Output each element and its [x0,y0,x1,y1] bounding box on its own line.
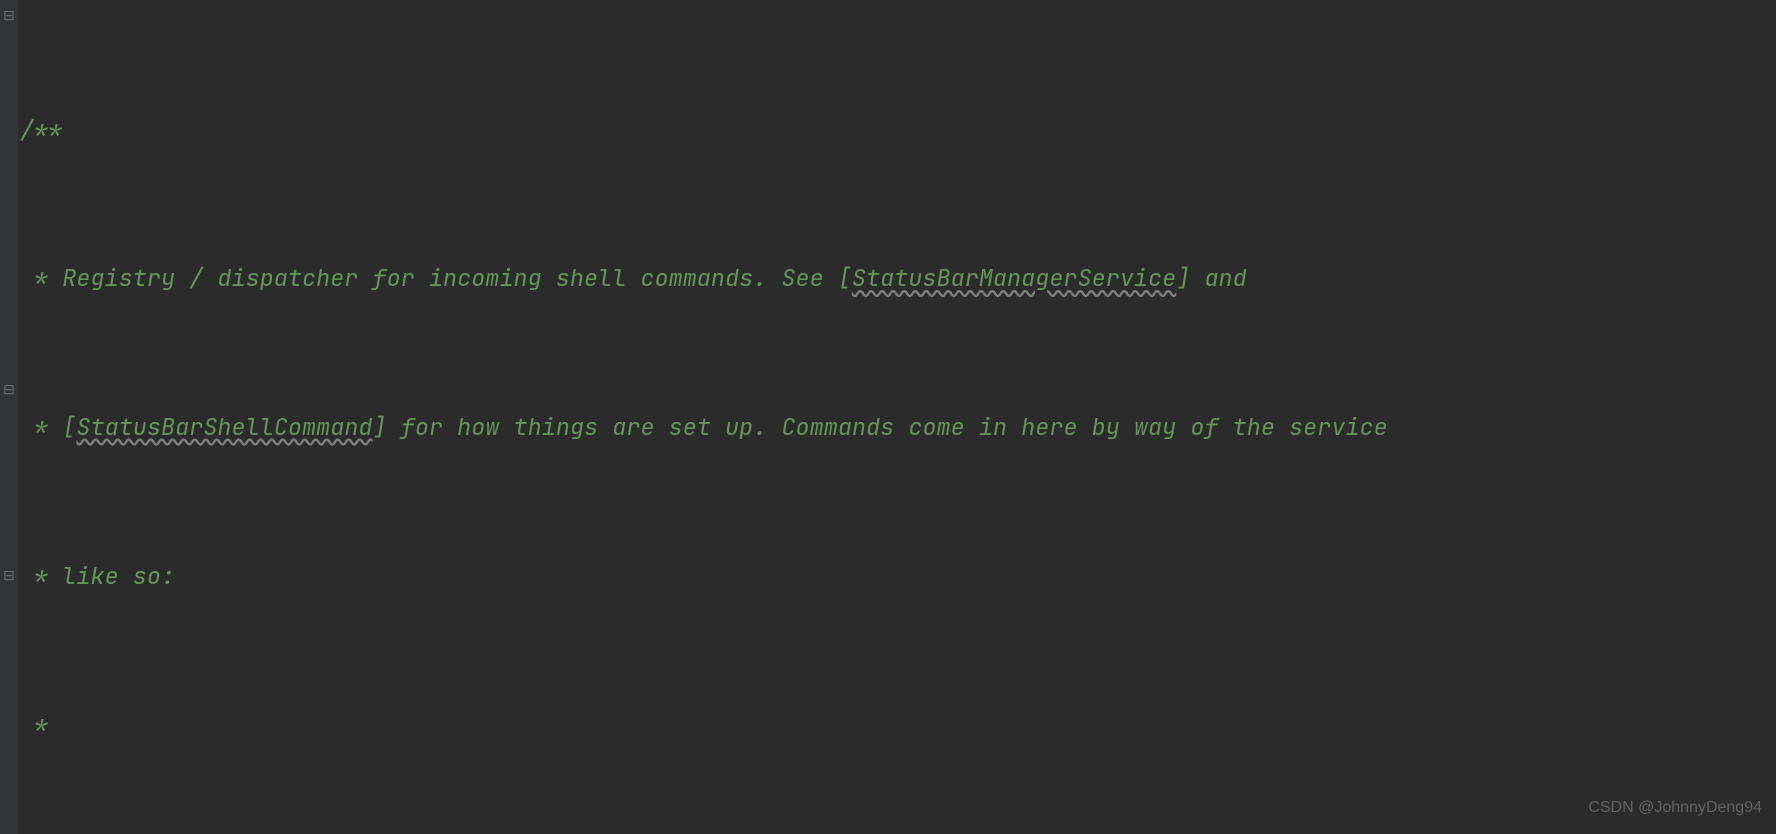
code-line[interactable]: * [20,707,1776,744]
doc-link[interactable]: StatusBarShellCommand [76,412,372,443]
doc-bracket: [ [62,412,76,443]
code-editor[interactable]: ⊟ ⊟ ⊟ /** * Registry / dispatcher for in… [0,0,1776,834]
fold-icon[interactable]: ⊟ [3,10,15,22]
watermark: CSDN @JohnnyDeng94 [1588,789,1762,826]
code-line[interactable]: * Registry / dispatcher for incoming she… [20,260,1776,297]
doc-comment: for how things are set up. Commands come… [387,412,1388,443]
code-line[interactable]: * [StatusBarShellCommand] for how things… [20,409,1776,446]
doc-comment: and [1190,263,1246,294]
doc-link[interactable]: StatusBarManagerService [852,263,1176,294]
doc-comment: /** [20,115,62,146]
code-area[interactable]: /** * Registry / dispatcher for incoming… [18,0,1776,834]
doc-bracket: ] [373,412,387,443]
gutter: ⊟ ⊟ ⊟ [0,0,18,834]
fold-icon[interactable]: ⊟ [3,384,15,396]
doc-comment: * Registry / dispatcher for incoming she… [20,263,838,294]
code-line[interactable]: * like so: [20,558,1776,595]
doc-comment: * [20,412,62,443]
doc-bracket: [ [838,263,852,294]
doc-comment: * [20,710,48,741]
code-line[interactable]: /** [20,112,1776,149]
doc-comment: * like so: [20,561,175,592]
doc-bracket: ] [1176,263,1190,294]
fold-icon[interactable]: ⊟ [3,570,15,582]
